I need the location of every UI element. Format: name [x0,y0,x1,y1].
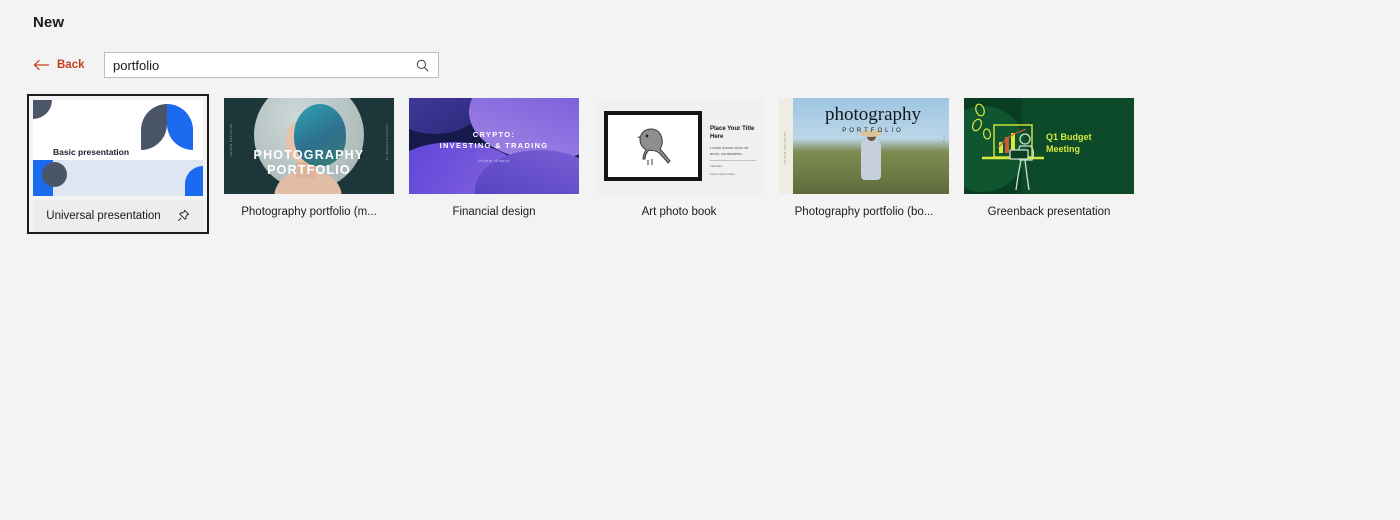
template-caption: Universal presentation [33,200,203,232]
figure-dress [861,138,881,180]
corner-shape [33,100,52,119]
budget-illustration-icon [971,103,1044,191]
search-input[interactable] [105,53,405,77]
template-caption: Greenback presentation [987,206,1111,218]
template-caption: Financial design [452,206,536,218]
slide-title: Q1 Budget Meeting [1046,132,1092,155]
template-caption: Photography portfolio (m... [241,206,377,218]
petal-shape-dark [141,104,167,150]
frame-mat [608,115,698,177]
slide-subtitle: Mirjam Nilsson [478,158,510,163]
search-icon [416,59,429,72]
template-card-photography-portfolio-book[interactable]: photography PORTFOLIO SELECTED WORKS POR… [779,98,949,234]
slide-text-block: Place Your Title Here Lorem ipsum dolor … [710,126,756,176]
slide-side-text-right: PORTFOLIO VOL 2.0 [943,132,946,168]
slide-title: photography [824,104,922,125]
template-card-art-photo-book[interactable]: Place Your Title Here Lorem ipsum dolor … [594,98,764,234]
template-card-financial-design[interactable]: CRYPTO: INVESTING & TRADING Mirjam Nilss… [409,98,579,234]
picture-frame [604,111,702,181]
slide-title-line1: CRYPTO: [472,130,516,139]
slide-caption-small-2: Lorem ipsum dolor [710,171,735,176]
template-thumbnail: CRYPTO: INVESTING & TRADING Mirjam Nilss… [409,98,579,194]
bird-illustration-icon [637,128,671,165]
slide-title: PHOTOGRAPHY PORTFOLIO [224,148,394,178]
slide-side-text-left: SELECTED WORKS [783,132,786,165]
template-caption: Photography portfolio (bo... [794,206,934,218]
template-thumbnail: Place Your Title Here Lorem ipsum dolor … [594,98,764,194]
back-label: Back [57,59,85,71]
circle-shape [42,162,67,187]
template-thumbnail: Basic presentation [33,100,203,196]
slide-title-line2: PORTFOLIO [267,163,351,177]
arrow-left-icon [33,59,49,71]
slide-title-line2: Meeting [1046,143,1081,154]
back-button[interactable]: Back [33,59,93,71]
toolbar: Back [33,52,439,78]
search-button[interactable] [406,53,438,77]
slide-title: Basic presentation [53,147,130,157]
slide-title: Place Your Title Here [710,126,755,140]
template-label: Universal presentation [46,209,161,222]
slide-body: Lorem ipsum dolor sit amet, consectetur. [710,145,749,156]
divider [710,160,756,161]
template-card-photography-portfolio-modern[interactable]: SELECTED WORKS BY MIRJAM NILSSON PHOTOGR… [224,98,394,234]
slide-caption-small: Fabrikam [710,164,723,168]
pin-icon[interactable] [177,209,190,222]
slide-title-line1: PHOTOGRAPHY [253,148,365,162]
template-thumbnail: SELECTED WORKS BY MIRJAM NILSSON PHOTOGR… [224,98,394,194]
template-grid: Basic presentation Universal presentatio… [27,94,1134,234]
slide-title-line1: Q1 Budget [1046,132,1092,142]
template-thumbnail: photography PORTFOLIO SELECTED WORKS POR… [779,98,949,194]
slide-title-line2: INVESTING & TRADING [439,141,549,150]
template-card-universal-presentation[interactable]: Basic presentation Universal presentatio… [27,94,209,234]
page-title: New [33,14,65,31]
search-box[interactable] [104,52,439,78]
template-card-greenback-presentation[interactable]: Q1 Budget Meeting Greenback presentation [964,98,1134,234]
slide-title: CRYPTO: INVESTING & TRADING [409,129,579,151]
template-caption: Art photo book [641,206,717,218]
slide-subtitle: PORTFOLIO [842,128,904,134]
template-thumbnail: Q1 Budget Meeting [964,98,1134,194]
petal-shape-blue [167,104,193,150]
